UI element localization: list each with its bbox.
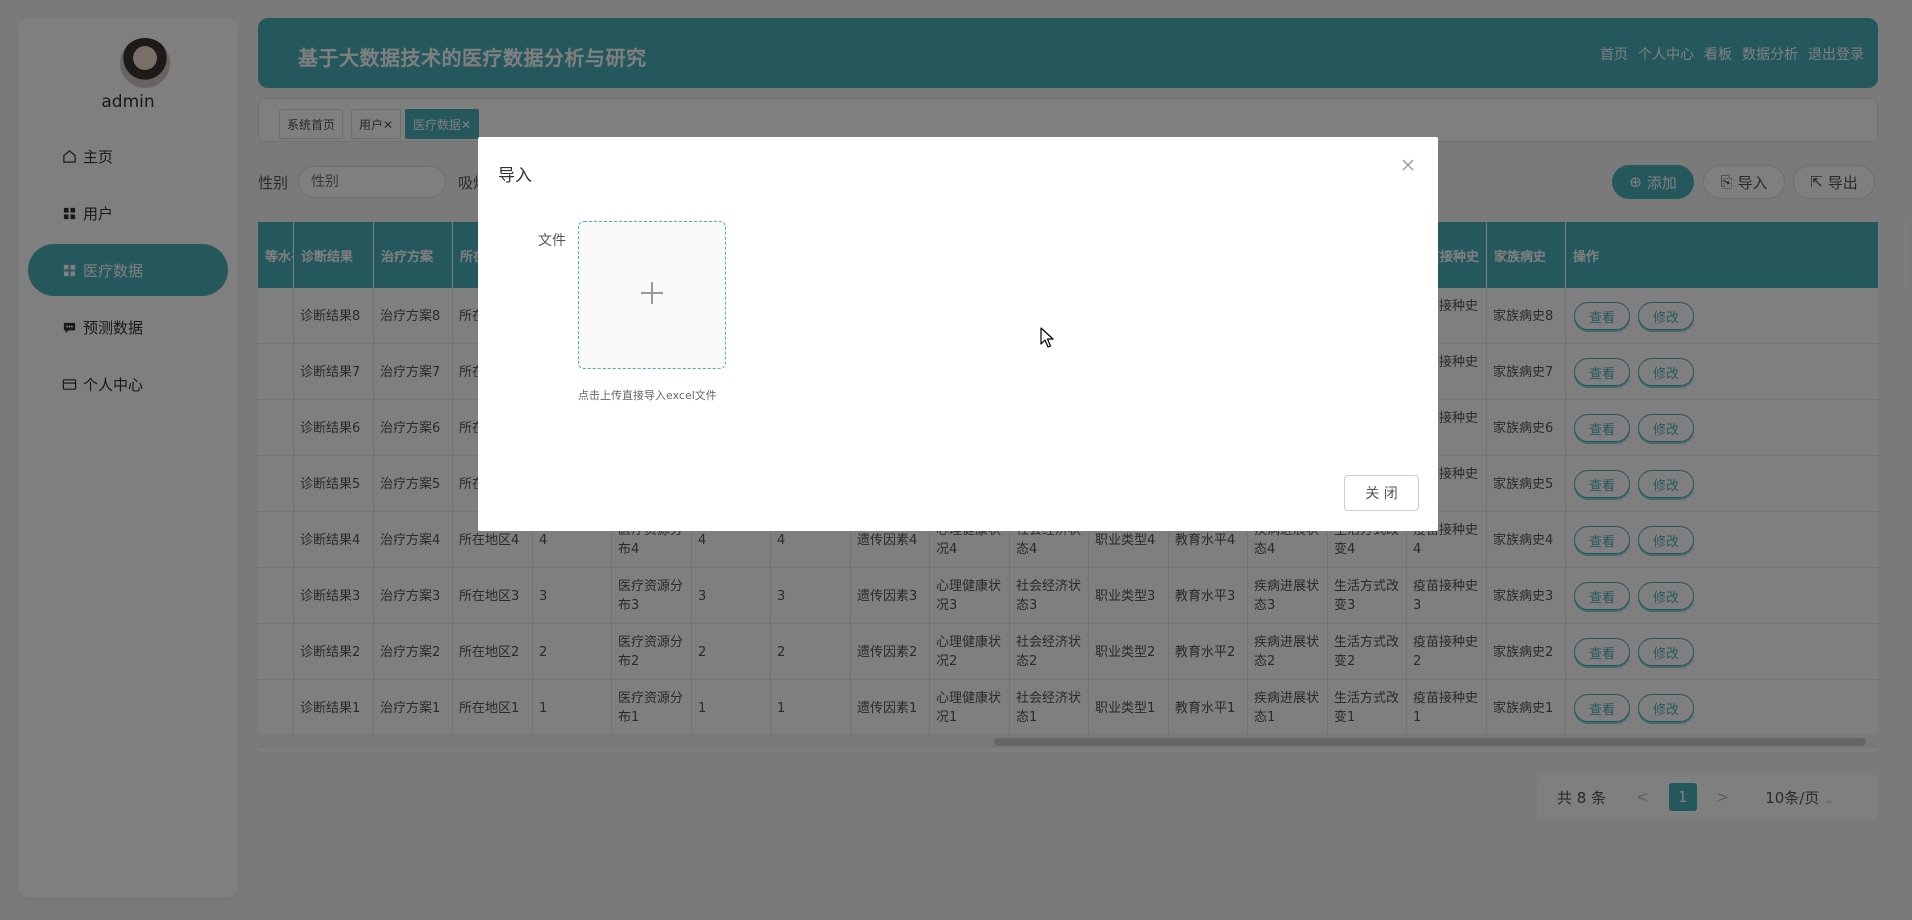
import-dialog: 导入 文件 点击上传直接导入excel文件 关 闭 (478, 137, 1438, 531)
upload-area[interactable] (578, 221, 726, 369)
dialog-close-button[interactable]: 关 闭 (1344, 475, 1419, 511)
file-label: 文件 (538, 233, 566, 249)
dialog-title: 导入 (498, 166, 532, 186)
upload-tip: 点击上传直接导入excel文件 (578, 389, 717, 402)
mouse-cursor-icon (1040, 327, 1054, 348)
close-icon[interactable] (1398, 155, 1418, 175)
plus-icon (637, 278, 667, 312)
